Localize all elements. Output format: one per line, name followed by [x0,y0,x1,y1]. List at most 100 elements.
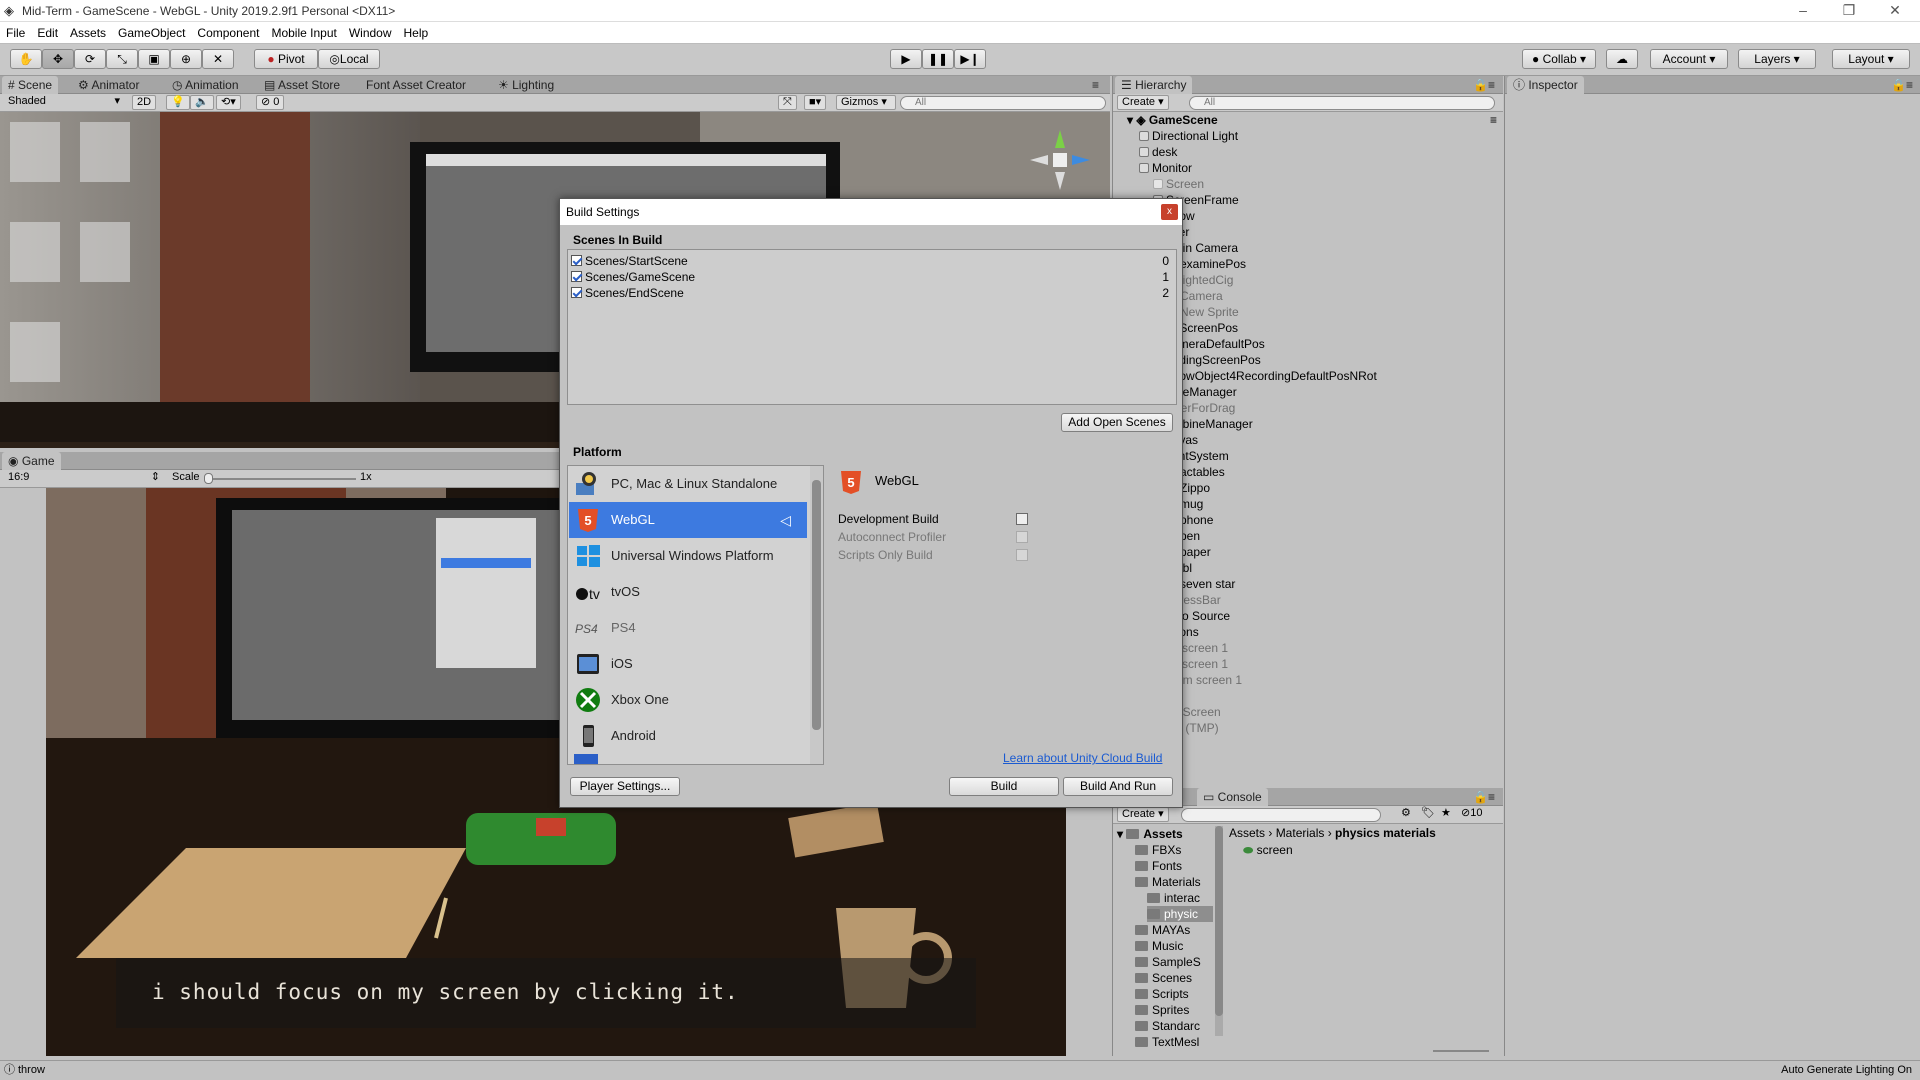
2d-toggle[interactable]: 2D [132,95,157,110]
project-folder[interactable]: Materials [1135,874,1201,890]
scene-in-build-row[interactable]: Scenes/GameScene 1 [571,269,1171,285]
menu-assets[interactable]: Assets [64,22,112,44]
aspect-dropdown[interactable]: 16:9 ⇕ [4,471,164,486]
hierarchy-scene-row[interactable]: ▾ ◈ GameScene ≡ [1127,112,1497,128]
breadcrumb-assets[interactable]: Assets [1229,826,1265,840]
project-root[interactable]: ▾ Assets [1117,826,1183,842]
rotate-tool-button[interactable]: ⟳ [74,49,106,69]
tab-hierarchy[interactable]: ☰ Hierarchy [1115,76,1193,94]
add-open-scenes-button[interactable]: Add Open Scenes [1061,413,1173,432]
build-and-run-button[interactable]: Build And Run [1063,777,1173,796]
tab-animator[interactable]: ⚙ Animator [72,76,145,94]
audio-toggle-icon[interactable]: 🔈 [190,95,214,110]
build-option-checkbox[interactable] [1016,513,1028,525]
account-dropdown[interactable]: Account ▾ [1650,49,1728,69]
hierarchy-search-input[interactable]: All [1189,96,1495,110]
menu-file[interactable]: File [0,22,31,44]
menu-edit[interactable]: Edit [31,22,64,44]
build-button[interactable]: Build [949,777,1059,796]
scene-tools-icon[interactable]: ⤧ [778,95,797,110]
project-folder[interactable]: MAYAs [1135,922,1190,938]
project-folder[interactable]: Fonts [1135,858,1182,874]
dialog-close-button[interactable]: x [1161,204,1178,220]
pause-button[interactable]: ❚❚ [922,49,954,69]
tab-font-asset-creator[interactable]: Font Asset Creator [360,76,472,94]
hidden-count[interactable]: ⊘ 0 [256,95,285,110]
project-folder[interactable]: Scripts [1135,986,1189,1002]
project-search-input[interactable] [1181,808,1381,822]
menu-help[interactable]: Help [398,22,435,44]
shading-dropdown[interactable]: Shaded ▾ [4,95,124,110]
hierarchy-create-dropdown[interactable]: Create ▾ [1117,95,1169,110]
hierarchy-menu-icon[interactable]: 🔒≡ [1467,76,1501,94]
menu-component[interactable]: Component [191,22,265,44]
custom-tool-button[interactable]: ✕ [202,49,234,69]
camera-dropdown-icon[interactable]: ■▾ [804,95,827,110]
asset-screen[interactable]: ⬬ screen [1243,842,1293,858]
filter-label-icon[interactable]: 🏷 [1417,807,1439,822]
tab-scene[interactable]: # Scene [2,76,59,94]
effects-dropdown-icon[interactable]: ⟲▾ [216,95,241,110]
status-message[interactable]: throw [18,1061,45,1079]
light-toggle-icon[interactable]: 💡 [166,95,190,110]
scene-include-checkbox[interactable] [571,271,582,282]
move-tool-button[interactable]: ✥ [42,49,74,69]
project-folder[interactable]: interac [1147,890,1200,906]
project-folder[interactable]: SampleS [1135,954,1201,970]
platform-item[interactable]: Xbox One [569,682,807,718]
scene-in-build-row[interactable]: Scenes/EndScene 2 [571,285,1171,301]
platform-item[interactable]: iOS [569,646,807,682]
tab-console[interactable]: ▭ Console [1197,788,1268,806]
hierarchy-item[interactable]: adowObject4RecordingDefaultPosNRot [1153,368,1377,384]
platform-item[interactable]: tv tvOS [569,574,807,610]
panel-menu-icon[interactable]: ≡ [1086,76,1105,94]
cloud-icon[interactable]: ☁ [1606,49,1638,69]
rect-tool-button[interactable]: ▣ [138,49,170,69]
project-folder[interactable]: physic [1147,906,1213,922]
platform-item[interactable]: PC, Mac & Linux Standalone [569,466,807,502]
scale-slider-handle[interactable] [204,473,213,484]
inspector-menu-icon[interactable]: 🔒≡ [1885,76,1919,94]
project-folder[interactable]: Scenes [1135,970,1192,986]
project-folder[interactable]: FBXs [1135,842,1181,858]
platform-item[interactable]: Universal Windows Platform [569,538,807,574]
step-button[interactable]: ▶❙ [954,49,986,69]
tab-asset-store[interactable]: ▤ Asset Store [258,76,346,94]
platform-scrollbar[interactable] [810,466,823,764]
project-folder[interactable]: Sprites [1135,1002,1189,1018]
hand-tool-button[interactable]: ✋ [10,49,42,69]
project-folder[interactable]: Standarc [1135,1018,1200,1034]
transform-tool-button[interactable]: ⊕ [170,49,202,69]
filter-type-icon[interactable]: ⚙ [1397,807,1415,822]
layout-dropdown[interactable]: Layout ▾ [1832,49,1910,69]
icon-size-slider[interactable] [1433,1050,1489,1052]
player-settings-button[interactable]: Player Settings... [570,777,680,796]
play-button[interactable]: ▶ [890,49,922,69]
project-folder[interactable]: Music [1135,938,1183,954]
hierarchy-item[interactable]: Screen [1153,176,1204,192]
breadcrumb-physics[interactable]: physics materials [1335,826,1436,840]
scale-slider[interactable] [206,478,356,480]
project-tree-scrollbar[interactable] [1215,826,1223,1036]
scene-in-build-row[interactable]: Scenes/StartScene 0 [571,253,1171,269]
project-create-dropdown[interactable]: Create ▾ [1117,807,1169,822]
unity-cloud-build-link[interactable]: Learn about Unity Cloud Build [1003,751,1162,765]
collab-dropdown[interactable]: ● Collab ▾ [1522,49,1596,69]
menu-mobile-input[interactable]: Mobile Input [265,22,342,44]
platform-item[interactable]: PS4 PS4 [569,610,807,646]
tab-lighting[interactable]: ☀ Lighting [492,76,560,94]
maximize-button[interactable]: ❐ [1826,0,1872,22]
close-window-button[interactable]: ✕ [1872,0,1918,22]
menu-gameobject[interactable]: GameObject [112,22,191,44]
local-toggle[interactable]: ◎Local [318,49,380,69]
favorite-icon[interactable]: ★ [1437,807,1455,822]
platform-item[interactable]: Android [569,718,807,754]
hierarchy-item[interactable]: Directional Light [1139,128,1238,144]
tab-animation[interactable]: ◷ Animation [166,76,245,94]
platform-item[interactable]: 5 WebGL ◁ [569,502,807,538]
project-folder[interactable]: TextMesl [1135,1034,1199,1050]
breadcrumb-materials[interactable]: Materials [1276,826,1325,840]
pivot-toggle[interactable]: ● Pivot [254,49,318,69]
menu-window[interactable]: Window [343,22,398,44]
project-menu-icon[interactable]: 🔒≡ [1467,788,1501,806]
